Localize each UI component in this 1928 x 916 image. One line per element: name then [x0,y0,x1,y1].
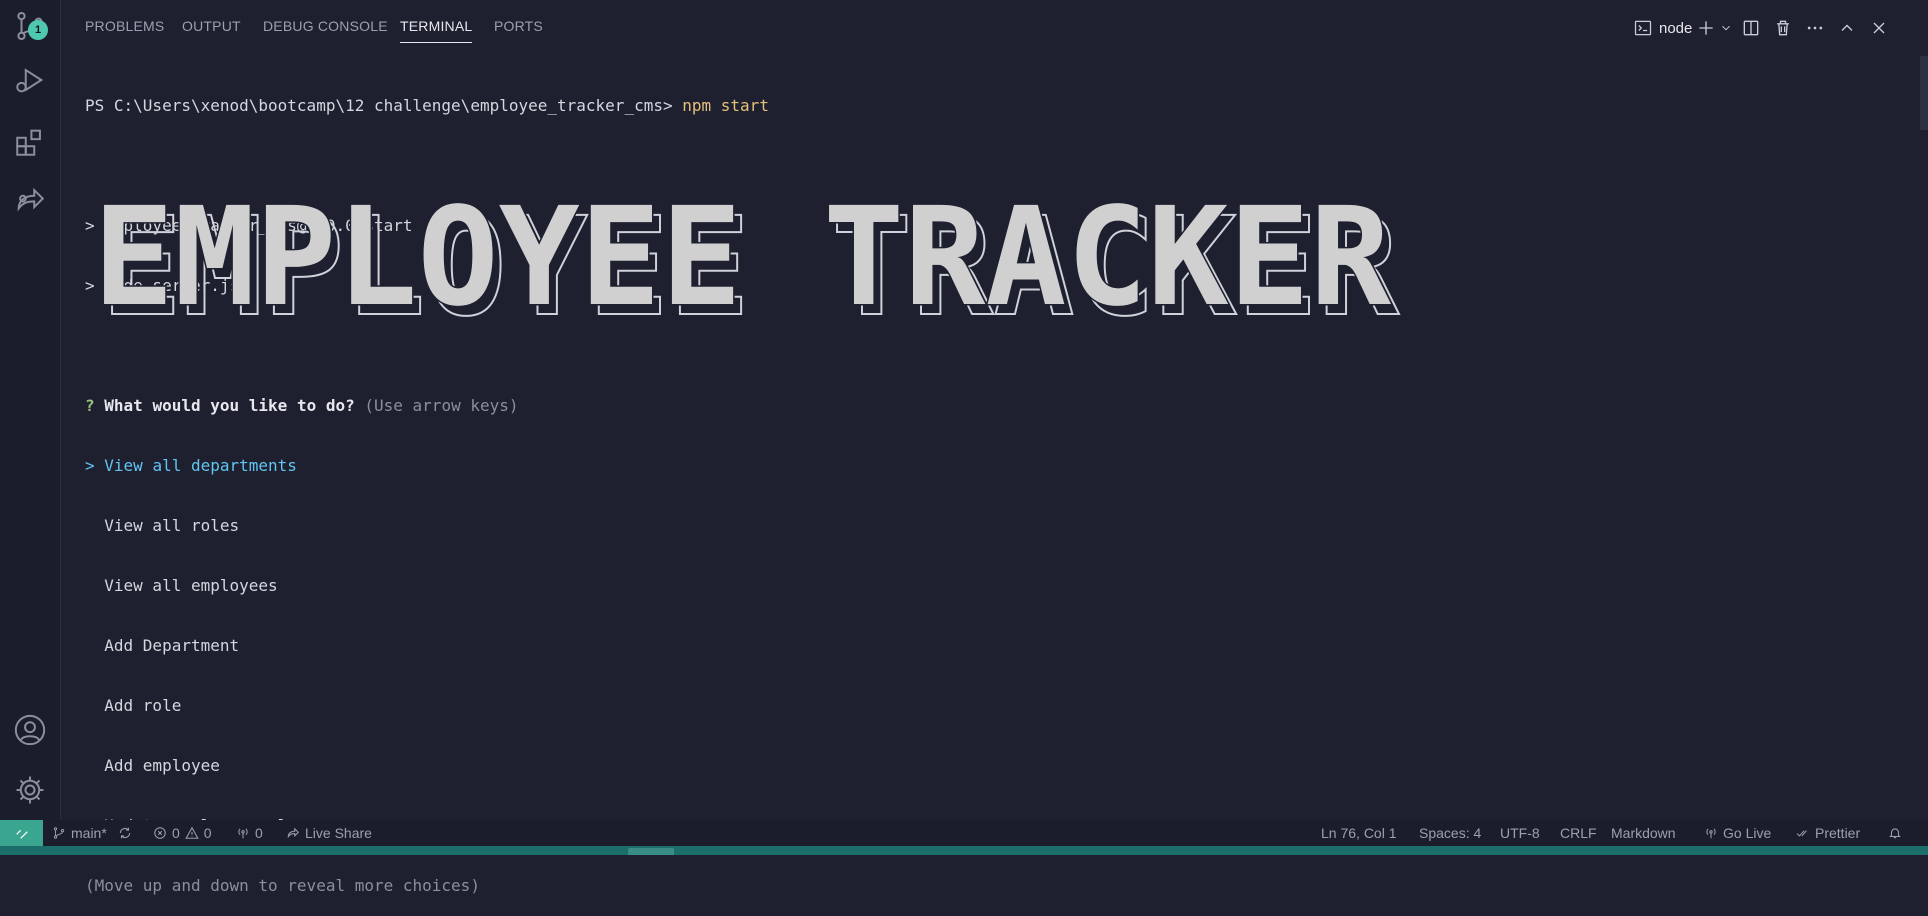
error-count: 0 [172,825,180,841]
live-share-button[interactable]: Live Share [286,820,372,846]
terminal-name: node [1659,19,1693,37]
chevron-down-icon[interactable] [1719,16,1733,40]
go-live-button[interactable]: Go Live [1704,820,1771,846]
choice-item[interactable]: Add role [85,696,519,716]
choice-item[interactable]: View all roles [85,516,519,536]
warning-icon [185,826,199,839]
tab-ports[interactable]: PORTS [494,18,543,42]
notifications-icon[interactable] [1888,820,1902,846]
scm-badge: 1 [28,20,48,40]
live-share-small-icon [287,827,299,839]
error-icon [154,827,166,839]
warning-count: 0 [203,825,212,841]
question-hint: (Use arrow keys) [364,396,519,415]
terminal-selector[interactable]: node [1633,16,1692,40]
broadcast-icon [1706,828,1716,839]
language-mode[interactable]: Markdown [1611,820,1676,846]
choice-item[interactable]: Add Department [85,636,519,656]
remote-indicator[interactable] [0,820,43,846]
branch-name: main* [71,825,107,841]
tab-output[interactable]: OUTPUT [182,18,241,42]
status-bar: main* 0 0 0 Live Share Ln 76, Col 1 Spac… [0,820,1928,846]
close-icon[interactable] [1869,16,1889,40]
question-mark: ? [85,396,95,415]
panel-header: PROBLEMS OUTPUT DEBUG CONSOLE TERMINAL P… [61,0,1928,56]
indentation[interactable]: Spaces: 4 [1419,820,1481,846]
maximize-icon[interactable] [1837,16,1857,40]
branch-indicator[interactable]: main* [52,820,107,846]
prettier-button[interactable]: Prettier [1796,820,1860,846]
tab-problems[interactable]: PROBLEMS [85,18,164,42]
cursor-position[interactable]: Ln 76, Col 1 [1321,820,1397,846]
question-text: What would you like to do? [104,396,355,415]
gear-icon[interactable] [12,772,48,808]
encoding[interactable]: UTF-8 [1500,820,1540,846]
taskbar-strip [0,846,1928,855]
problems-indicator[interactable]: 0 0 [153,820,212,846]
prompt-path: PS C:\Users\xenod\bootcamp\12 challenge\… [85,96,673,115]
more-choices-hint: (Move up and down to reveal more choices… [85,876,480,895]
banner-text: EMPLOYEE TRACKER [93,190,1391,320]
choice-item[interactable]: > View all departments [85,456,519,476]
sync-icon[interactable] [118,820,132,846]
question-line: ? What would you like to do? (Use arrow … [85,396,519,416]
plus-icon[interactable] [1696,16,1716,40]
git-branch-icon [53,827,65,839]
selected-marker: > [85,456,95,475]
trash-icon[interactable] [1773,16,1793,40]
broadcast-icon [238,828,248,839]
account-icon[interactable] [12,712,48,748]
more-icon[interactable] [1805,16,1825,40]
ports-count: 0 [255,825,263,841]
activity-bar: 1 [0,0,61,820]
terminal-icon [1634,20,1652,36]
ascii-banner: EMPLOYEE TRACKER EMPLOYEE TRACKER [92,190,1401,320]
remote-icon [15,829,28,839]
tab-terminal[interactable]: TERMINAL [400,18,473,43]
ports-indicator[interactable]: 0 [236,820,263,846]
line-ending[interactable]: CRLF [1560,820,1597,846]
double-check-icon [1796,830,1807,837]
split-icon[interactable] [1741,16,1761,40]
taskbar-chip [628,848,674,855]
tab-debug-console[interactable]: DEBUG CONSOLE [263,18,388,42]
choice-item[interactable]: View all employees [85,576,519,596]
choice-item[interactable]: Add employee [85,756,519,776]
live-share-icon[interactable] [12,182,48,218]
run-debug-icon[interactable] [12,62,48,98]
extensions-icon[interactable] [12,124,48,160]
prompt-command: npm start [682,96,769,115]
prompt-line: PS C:\Users\xenod\bootcamp\12 challenge\… [85,96,1905,116]
